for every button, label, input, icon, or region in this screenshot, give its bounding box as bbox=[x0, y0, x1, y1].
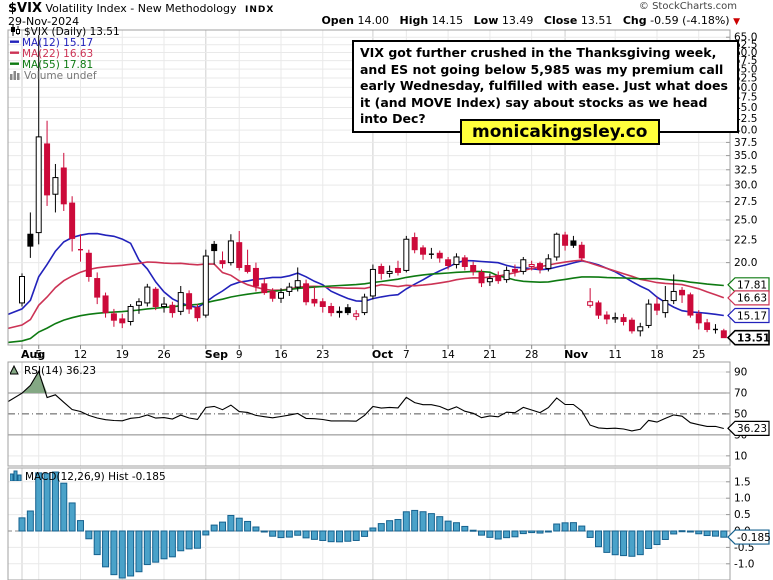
open-label: Open bbox=[321, 14, 354, 27]
macd-legend: MACD(12,26,9) Hist -0.185 bbox=[10, 470, 166, 484]
svg-text:35.0: 35.0 bbox=[734, 150, 757, 162]
svg-text:28: 28 bbox=[525, 349, 538, 361]
svg-text:10: 10 bbox=[734, 450, 747, 462]
ma55-legend-label: MA(55) 17.81 bbox=[22, 60, 93, 71]
svg-text:-1.0: -1.0 bbox=[734, 558, 755, 570]
svg-text:12: 12 bbox=[74, 349, 87, 361]
svg-text:32.5: 32.5 bbox=[734, 164, 757, 176]
svg-text:36.23: 36.23 bbox=[737, 423, 767, 435]
chart-title: Volatility Index - New Methodology bbox=[45, 2, 236, 15]
svg-text:-0.185: -0.185 bbox=[737, 532, 771, 544]
svg-text:1.5: 1.5 bbox=[734, 476, 751, 488]
low-label: Low bbox=[474, 14, 499, 27]
rsi-legend-label: RSI(14) 36.23 bbox=[24, 366, 96, 377]
rsi-legend: RSI(14) 36.23 bbox=[10, 364, 96, 378]
ma12-legend-label: MA(12) 15.17 bbox=[22, 38, 93, 49]
svg-text:27.5: 27.5 bbox=[734, 196, 757, 208]
main-legend-label: $VIX (Daily) 13.51 bbox=[24, 27, 120, 38]
volume-bars-icon bbox=[10, 70, 21, 83]
quote-row: Open 14.00 High 14.15 Low 13.49 Close 13… bbox=[321, 14, 740, 27]
svg-text:15.17: 15.17 bbox=[737, 310, 767, 322]
svg-text:90: 90 bbox=[734, 367, 747, 379]
svg-text:37.5: 37.5 bbox=[734, 137, 757, 149]
svg-text:22.5: 22.5 bbox=[734, 235, 757, 247]
svg-text:18: 18 bbox=[650, 349, 663, 361]
svg-text:11: 11 bbox=[609, 349, 622, 361]
macd-legend-label: MACD(12,26,9) Hist -0.185 bbox=[25, 472, 166, 483]
svg-text:30.0: 30.0 bbox=[734, 180, 757, 192]
watermark-text: monicakingsley.co bbox=[472, 122, 648, 142]
watermark-badge: monicakingsley.co bbox=[460, 119, 660, 145]
svg-text:16.63: 16.63 bbox=[737, 293, 767, 305]
svg-text:70: 70 bbox=[734, 387, 747, 399]
svg-text:25: 25 bbox=[692, 349, 705, 361]
svg-text:20.0: 20.0 bbox=[734, 257, 757, 269]
open-value: 14.00 bbox=[357, 14, 389, 27]
copyright-label: © StockCharts.com bbox=[639, 1, 737, 12]
svg-text:1.0: 1.0 bbox=[734, 493, 751, 505]
change-down-icon: ▼ bbox=[733, 17, 740, 27]
svg-text:Sep: Sep bbox=[205, 348, 228, 361]
rsi-area-icon bbox=[10, 364, 21, 378]
svg-text:17.81: 17.81 bbox=[737, 280, 767, 292]
svg-text:9: 9 bbox=[236, 349, 243, 361]
svg-text:21: 21 bbox=[483, 349, 496, 361]
svg-text:13.51: 13.51 bbox=[737, 332, 770, 344]
svg-text:16: 16 bbox=[274, 349, 288, 361]
annotation-text: VIX got further crushed in the Thanksgiv… bbox=[360, 45, 728, 126]
ma22-legend-label: MA(22) 16.63 bbox=[22, 49, 93, 60]
svg-text:25.0: 25.0 bbox=[734, 214, 757, 226]
svg-text:14: 14 bbox=[441, 349, 455, 361]
svg-text:26: 26 bbox=[157, 349, 171, 361]
exchange-label: INDX bbox=[245, 5, 274, 15]
legend-volume: Volume undef bbox=[10, 70, 97, 83]
svg-text:7: 7 bbox=[403, 349, 410, 361]
svg-text:19: 19 bbox=[116, 349, 129, 361]
svg-text:23: 23 bbox=[316, 349, 329, 361]
stockcharts-chart-page: { "header": { "symbol": "$VIX", "title":… bbox=[0, 0, 773, 580]
svg-text:0.5: 0.5 bbox=[734, 509, 751, 521]
chg-label: Chg bbox=[623, 14, 647, 27]
volume-legend-label: Volume undef bbox=[24, 71, 97, 82]
high-value: 14.15 bbox=[432, 14, 464, 27]
svg-text:Oct: Oct bbox=[372, 348, 393, 361]
close-value: 13.51 bbox=[581, 14, 613, 27]
symbol-label: $VIX bbox=[8, 1, 42, 16]
low-value: 13.49 bbox=[502, 14, 534, 27]
svg-text:5: 5 bbox=[35, 349, 42, 361]
close-label: Close bbox=[544, 14, 577, 27]
macd-histogram-icon bbox=[10, 470, 22, 484]
svg-text:Nov: Nov bbox=[564, 348, 589, 361]
svg-text:50: 50 bbox=[734, 408, 747, 420]
chg-value: -0.59 (-4.18%) bbox=[650, 14, 729, 27]
high-label: High bbox=[399, 14, 428, 27]
header-title-row: $VIX Volatility Index - New Methodology … bbox=[8, 1, 274, 16]
